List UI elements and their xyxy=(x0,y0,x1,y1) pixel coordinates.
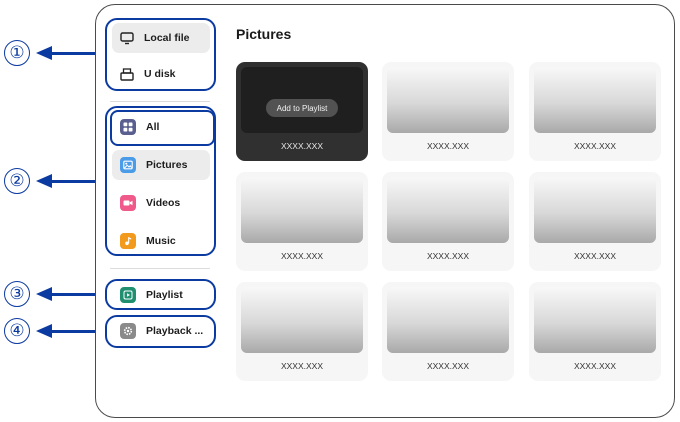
file-name: XXXX.XXX xyxy=(573,251,617,261)
callout-number: ④ xyxy=(4,318,30,344)
file-name: XXXX.XXX xyxy=(426,361,470,371)
thumbnail xyxy=(387,67,509,133)
arrow-shaft xyxy=(50,293,100,296)
arrow-shaft xyxy=(50,180,100,183)
sidebar-item-playback-settings[interactable]: Playback ... xyxy=(112,316,210,346)
monitor-icon xyxy=(120,31,134,45)
add-to-playlist-button[interactable]: Add to Playlist xyxy=(266,99,338,117)
sidebar-item-u-disk[interactable]: U disk xyxy=(112,59,210,89)
file-name: XXXX.XXX xyxy=(280,251,324,261)
file-name: XXXX.XXX xyxy=(280,361,324,371)
file-name: XXXX.XXX xyxy=(280,141,324,151)
picture-tile[interactable]: XXXX.XXX xyxy=(529,62,661,161)
thumbnail xyxy=(387,177,509,243)
file-name: XXXX.XXX xyxy=(573,361,617,371)
sidebar-item-music[interactable]: Music xyxy=(112,226,210,256)
arrow-shaft xyxy=(50,330,100,333)
arrow-shaft xyxy=(50,52,100,55)
thumbnail xyxy=(534,67,656,133)
thumbnail xyxy=(241,177,363,243)
sidebar-item-label: Music xyxy=(146,235,176,247)
sidebar-item-videos[interactable]: Videos xyxy=(112,188,210,218)
video-camera-icon xyxy=(120,195,136,211)
thumbnail xyxy=(534,177,656,243)
picture-tile[interactable]: XXXX.XXX xyxy=(382,62,514,161)
picture-tile[interactable]: XXXX.XXX xyxy=(529,282,661,381)
picture-tile[interactable]: XXXX.XXX xyxy=(236,282,368,381)
gear-icon xyxy=(120,323,136,339)
image-icon xyxy=(120,157,136,173)
file-name: XXXX.XXX xyxy=(573,141,617,151)
callout-2: ② xyxy=(4,168,100,196)
sidebar-item-label: Playback ... xyxy=(146,325,204,337)
page-title: Pictures xyxy=(236,26,292,42)
grid-icon xyxy=(120,119,136,135)
picture-tile[interactable]: XXXX.XXX xyxy=(236,172,368,271)
sidebar-item-label: Local file xyxy=(144,32,190,44)
sidebar-item-all[interactable]: All xyxy=(112,112,210,142)
sidebar-item-local-file[interactable]: Local file xyxy=(112,23,210,53)
sidebar-item-playlist[interactable]: Playlist xyxy=(112,280,210,310)
callout-number: ③ xyxy=(4,281,30,307)
play-icon xyxy=(120,287,136,303)
picture-tile[interactable]: Add to Playlist XXXX.XXX xyxy=(236,62,368,161)
sidebar-item-label: Playlist xyxy=(146,289,183,301)
callout-3: ③ xyxy=(4,281,100,309)
usb-drive-icon xyxy=(120,67,134,81)
file-name: XXXX.XXX xyxy=(426,251,470,261)
picture-tile[interactable]: XXXX.XXX xyxy=(529,172,661,271)
callout-number: ② xyxy=(4,168,30,194)
sidebar-item-pictures[interactable]: Pictures xyxy=(112,150,210,180)
sidebar-divider xyxy=(110,268,210,269)
callout-1: ① xyxy=(4,40,100,68)
sidebar-item-label: All xyxy=(146,121,160,133)
thumbnail xyxy=(534,287,656,353)
sidebar-item-label: Pictures xyxy=(146,159,188,171)
thumbnail xyxy=(241,287,363,353)
music-note-icon xyxy=(120,233,136,249)
picture-tile[interactable]: XXXX.XXX xyxy=(382,282,514,381)
file-name: XXXX.XXX xyxy=(426,141,470,151)
callout-number: ① xyxy=(4,40,30,66)
sidebar-item-label: U disk xyxy=(144,68,176,80)
sidebar-divider xyxy=(110,101,210,102)
sidebar-item-label: Videos xyxy=(146,197,181,209)
callout-4: ④ xyxy=(4,318,100,346)
thumbnail xyxy=(387,287,509,353)
picture-tile[interactable]: XXXX.XXX xyxy=(382,172,514,271)
